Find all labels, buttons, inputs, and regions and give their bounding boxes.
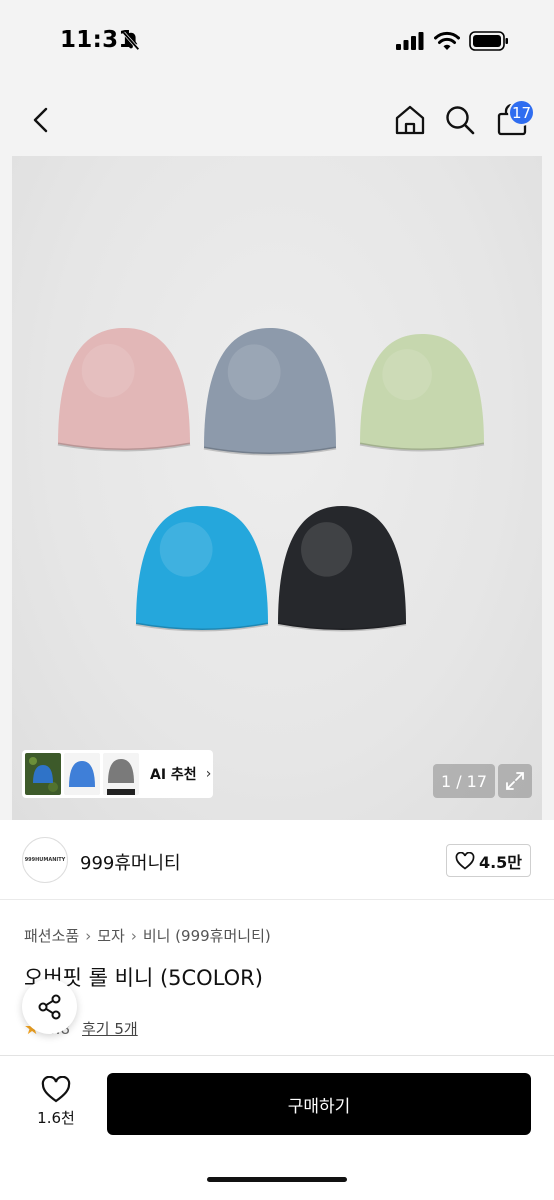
chevron-right-icon: › bbox=[130, 926, 137, 945]
chevron-left-icon bbox=[33, 107, 48, 133]
image-counter: 1 / 17 bbox=[433, 764, 495, 798]
heart-icon bbox=[41, 1076, 71, 1103]
home-button[interactable] bbox=[392, 102, 428, 138]
chevron-right-icon: › bbox=[205, 766, 212, 782]
top-nav bbox=[0, 84, 554, 156]
chevron-right-icon: › bbox=[85, 926, 92, 945]
ai-thumbnail-3 bbox=[103, 753, 139, 795]
beanies-illustration bbox=[57, 328, 485, 632]
breadcrumb-item[interactable]: 모자 bbox=[97, 925, 125, 946]
seller-like-count: 4.5만 bbox=[478, 852, 523, 872]
status-bar: 11:31 bbox=[0, 0, 554, 84]
home-indicator bbox=[207, 1177, 347, 1182]
breadcrumb-item[interactable]: 패션소품 bbox=[24, 925, 79, 946]
cart-count-badge: 17 bbox=[508, 99, 535, 126]
expand-icon bbox=[506, 772, 524, 790]
search-button[interactable] bbox=[442, 102, 478, 138]
beanie-highlight bbox=[382, 349, 432, 401]
seller-like-button[interactable]: 4.5만 bbox=[446, 844, 531, 877]
beanie-highlight bbox=[227, 344, 281, 400]
back-button[interactable] bbox=[24, 102, 58, 138]
wishlist-count: 1.6천 bbox=[37, 1109, 75, 1127]
bottom-action-bar: 1.6천 구매하기 bbox=[0, 1056, 554, 1200]
battery-icon bbox=[469, 31, 508, 51]
home-icon bbox=[395, 105, 425, 135]
breadcrumb-item[interactable]: 비니 (999휴머니티) bbox=[143, 925, 271, 946]
buy-button[interactable]: 구매하기 bbox=[107, 1073, 531, 1135]
product-photo[interactable] bbox=[12, 156, 542, 820]
wifi-icon bbox=[434, 31, 460, 50]
ai-recommendation-label: AI 추천 bbox=[150, 767, 197, 783]
seller-avatar[interactable]: 999HUMANITY bbox=[22, 837, 68, 883]
share-icon bbox=[38, 994, 60, 1019]
reviews-link[interactable]: 후기 5개 bbox=[82, 1018, 138, 1039]
bell-off-icon bbox=[122, 31, 140, 51]
breadcrumb: 패션소품 › 모자 › 비니 (999휴머니티) bbox=[24, 925, 271, 946]
expand-image-button[interactable] bbox=[498, 764, 532, 798]
beanie-highlight bbox=[301, 522, 353, 577]
heart-icon bbox=[455, 851, 475, 870]
cellular-signal-icon bbox=[396, 32, 424, 50]
share-button[interactable] bbox=[22, 979, 77, 1034]
beanie-highlight bbox=[159, 522, 213, 577]
beanie-highlight bbox=[81, 343, 135, 398]
search-icon bbox=[446, 106, 475, 135]
ai-recommendation-button[interactable]: AI 추천 › bbox=[22, 750, 213, 798]
wishlist-button[interactable]: 1.6천 bbox=[30, 1076, 82, 1136]
ai-thumbnail-2 bbox=[64, 753, 100, 795]
seller-row[interactable]: 999HUMANITY 999휴머니티 4.5만 bbox=[0, 820, 554, 900]
seller-name[interactable]: 999휴머니티 bbox=[80, 849, 181, 875]
ai-thumbnail-1 bbox=[25, 753, 61, 795]
product-image-gallery[interactable] bbox=[0, 156, 554, 820]
